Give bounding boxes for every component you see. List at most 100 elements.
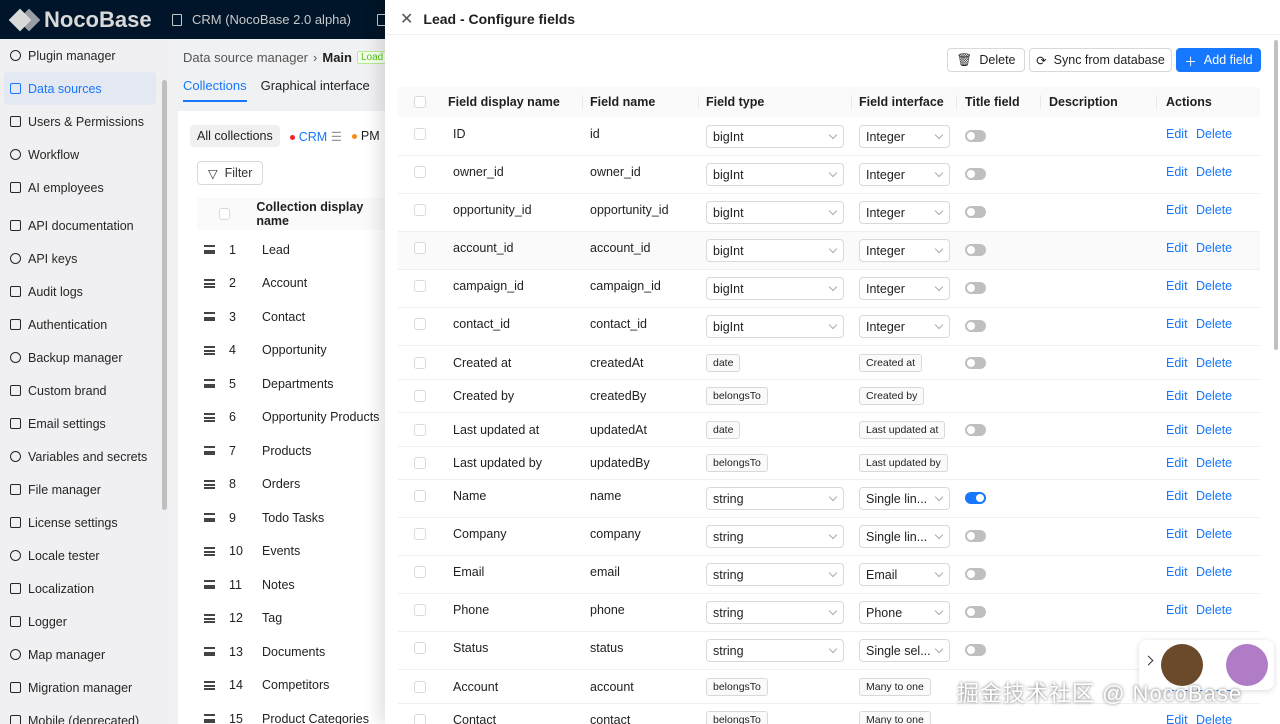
field-interface-select[interactable]: Integer [859, 239, 950, 262]
delete-link[interactable]: Delete [1196, 713, 1232, 724]
field-type-select[interactable]: bigInt [706, 277, 844, 300]
field-interface-select[interactable]: Single sel... [859, 639, 950, 662]
title-field-toggle[interactable] [965, 530, 986, 542]
close-icon[interactable]: ✕ [400, 9, 413, 29]
field-interface-select[interactable]: Integer [859, 125, 950, 148]
edit-link[interactable]: Edit [1166, 165, 1188, 179]
row-checkbox[interactable] [414, 566, 426, 578]
title-field-toggle[interactable] [965, 244, 986, 256]
sidebar-item-migration-manager[interactable]: Migration manager [0, 671, 170, 704]
field-type-select[interactable]: bigInt [706, 315, 844, 338]
title-field-toggle[interactable] [965, 320, 986, 332]
edit-link[interactable]: Edit [1166, 603, 1188, 617]
delete-link[interactable]: Delete [1196, 279, 1232, 293]
chevron-right-icon[interactable] [1143, 655, 1154, 666]
row-checkbox[interactable] [414, 490, 426, 502]
table-row[interactable]: 4 Opportunity [197, 334, 390, 367]
nocobase-logo[interactable]: NocoBase [0, 7, 172, 33]
field-type-select[interactable]: string [706, 487, 844, 510]
edit-link[interactable]: Edit [1166, 527, 1188, 541]
field-interface-select[interactable]: Integer [859, 277, 950, 300]
drag-handle-icon[interactable] [204, 513, 215, 522]
drag-handle-icon[interactable] [204, 714, 215, 723]
delete-link[interactable]: Delete [1196, 603, 1232, 617]
tab-collections[interactable]: Collections [183, 78, 247, 102]
table-row[interactable]: 6 Opportunity Products [197, 401, 390, 434]
filter-button[interactable]: ▽ Filter [197, 161, 264, 185]
table-row[interactable]: 8 Orders [197, 468, 390, 501]
delete-link[interactable]: Delete [1196, 203, 1232, 217]
row-checkbox[interactable] [414, 390, 426, 403]
field-type-select[interactable]: bigInt [706, 239, 844, 262]
sidebar-item-plugin-manager[interactable]: Plugin manager [0, 39, 170, 72]
title-field-toggle[interactable] [965, 356, 986, 369]
sidebar-item-api-keys[interactable]: API keys [0, 242, 170, 275]
sidebar-item-localization[interactable]: Localization [0, 572, 170, 605]
sidebar-item-api-documentation[interactable]: API documentation [0, 209, 170, 242]
edit-link[interactable]: Edit [1166, 356, 1188, 370]
edit-link[interactable]: Edit [1166, 203, 1188, 217]
row-checkbox[interactable] [414, 242, 426, 254]
sidebar-item-custom-brand[interactable]: Custom brand [0, 374, 170, 407]
title-field-toggle[interactable] [965, 423, 986, 436]
table-row[interactable]: 9 Todo Tasks [197, 501, 390, 534]
sidebar-item-authentication[interactable]: Authentication [0, 308, 170, 341]
row-checkbox[interactable] [414, 604, 426, 616]
delete-link[interactable]: Delete [1196, 127, 1232, 141]
select-all-checkbox[interactable] [219, 208, 231, 220]
title-field-toggle[interactable] [965, 282, 986, 294]
table-row[interactable]: 5 Departments [197, 367, 390, 400]
field-interface-select[interactable]: Email [859, 563, 950, 586]
edit-link[interactable]: Edit [1166, 241, 1188, 255]
delete-link[interactable]: Delete [1196, 423, 1232, 437]
field-interface-select[interactable]: Single lin... [859, 525, 950, 548]
table-row[interactable]: 14 Competitors [197, 669, 390, 702]
drag-handle-icon[interactable] [204, 412, 215, 422]
sidebar-item-users-permissions[interactable]: Users & Permissions [0, 105, 170, 138]
field-type-select[interactable]: bigInt [706, 201, 844, 224]
edit-link[interactable]: Edit [1166, 127, 1188, 141]
sidebar-scrollbar[interactable] [162, 80, 167, 510]
table-row[interactable]: 11 Notes [197, 568, 390, 601]
table-row[interactable]: 3 Contact [197, 300, 390, 333]
field-type-select[interactable]: string [706, 525, 844, 548]
drag-handle-icon[interactable] [204, 379, 215, 388]
row-checkbox[interactable] [414, 128, 426, 140]
field-type-select[interactable]: string [706, 601, 844, 624]
breadcrumb-parent[interactable]: Data source manager [183, 50, 308, 65]
table-row[interactable]: 2 Account [197, 267, 390, 300]
edit-link[interactable]: Edit [1166, 456, 1188, 470]
row-checkbox[interactable] [414, 423, 426, 436]
drag-handle-icon[interactable] [204, 613, 215, 623]
delete-link[interactable]: Delete [1196, 489, 1232, 503]
delete-link[interactable]: Delete [1196, 241, 1232, 255]
title-field-toggle[interactable] [965, 606, 986, 618]
drag-handle-icon[interactable] [204, 680, 215, 690]
sidebar-item-audit-logs[interactable]: Audit logs [0, 275, 170, 308]
table-row[interactable]: 7 Products [197, 434, 390, 467]
table-row[interactable]: 1 Lead [197, 233, 390, 266]
drag-handle-icon[interactable] [204, 446, 215, 455]
edit-link[interactable]: Edit [1166, 489, 1188, 503]
sync-from-database-button[interactable]: ⟳ Sync from database [1029, 48, 1172, 72]
row-checkbox[interactable] [414, 457, 426, 470]
sidebar-item-email-settings[interactable]: Email settings [0, 407, 170, 440]
field-interface-select[interactable]: Integer [859, 201, 950, 224]
drag-handle-icon[interactable] [204, 345, 215, 355]
row-checkbox[interactable] [414, 280, 426, 292]
delete-link[interactable]: Delete [1196, 527, 1232, 541]
tab-graphical-interface[interactable]: Graphical interface [261, 78, 370, 102]
sidebar-item-ai-employees[interactable]: AI employees [0, 171, 170, 204]
edit-link[interactable]: Edit [1166, 317, 1188, 331]
sidebar-item-license-settings[interactable]: License settings [0, 506, 170, 539]
delete-button[interactable]: 🗑 Delete [947, 48, 1025, 72]
row-checkbox[interactable] [414, 680, 426, 693]
field-interface-select[interactable]: Integer [859, 163, 950, 186]
row-checkbox[interactable] [414, 356, 426, 369]
drawer-scrollbar[interactable] [1274, 40, 1278, 350]
delete-link[interactable]: Delete [1196, 165, 1232, 179]
delete-link[interactable]: Delete [1196, 565, 1232, 579]
sidebar-item-locale-tester[interactable]: Locale tester [0, 539, 170, 572]
row-checkbox[interactable] [414, 642, 426, 654]
sidebar-item-variables-and-secrets[interactable]: Variables and secrets [0, 440, 170, 473]
